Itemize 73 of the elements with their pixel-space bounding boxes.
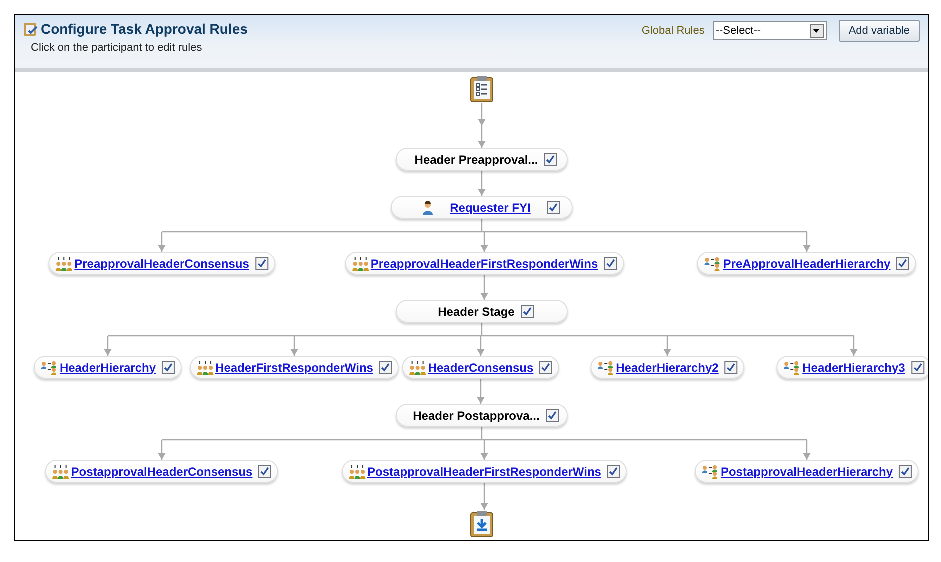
connector-arrow	[480, 232, 488, 252]
connector-line	[481, 323, 483, 336]
participant-link[interactable]: PostapprovalHeaderHierarchy	[720, 464, 894, 478]
checkbox[interactable]	[911, 361, 924, 374]
page-subtitle: Click on the participant to edit rules	[31, 42, 204, 54]
group-icon	[409, 360, 426, 374]
participant-link[interactable]: HeaderHierarchy2	[616, 360, 719, 374]
checkbox[interactable]	[255, 257, 268, 270]
hierarchy-icon	[597, 360, 614, 374]
group-icon	[52, 464, 70, 478]
connector-arrow	[290, 336, 298, 356]
stage-node[interactable]: Header Preapproval...	[396, 148, 568, 171]
connector-arrow	[158, 232, 166, 252]
connector-arrow	[158, 440, 166, 460]
stage-label: Header Stage	[438, 304, 515, 318]
hierarchy-icon	[704, 256, 722, 270]
page-title: Configure Task Approval Rules	[41, 21, 248, 37]
checkbox[interactable]	[604, 257, 618, 270]
stage-label: Header Postapprova...	[413, 408, 540, 422]
checkbox[interactable]	[899, 465, 912, 478]
group-icon	[352, 256, 369, 270]
checkbox[interactable]	[724, 361, 738, 374]
connector-arrow	[850, 336, 858, 356]
connector-arrow	[803, 440, 811, 460]
connector-arrow	[478, 171, 486, 196]
add-variable-button[interactable]: Add variable	[838, 20, 920, 42]
global-rules-label: Global Rules	[642, 25, 705, 37]
connector-arrow	[803, 232, 811, 252]
connector-line	[481, 427, 483, 440]
global-rules-select[interactable]: --Select--	[712, 21, 827, 40]
checkbox[interactable]	[546, 409, 559, 422]
hierarchy-icon	[40, 360, 58, 374]
connector-arrow	[477, 379, 485, 404]
participant-link[interactable]: PreapprovalHeaderConsensus	[74, 256, 250, 270]
checkbox[interactable]	[544, 153, 558, 166]
stage-node[interactable]: Header Postapprova...	[396, 404, 568, 427]
participant-link[interactable]: HeaderFirstResponderWins	[216, 360, 374, 374]
checkbox[interactable]	[520, 305, 534, 318]
person-icon	[422, 200, 434, 214]
download-clipboard-icon	[470, 510, 494, 538]
connector-line	[481, 219, 483, 232]
participant-link[interactable]: Requester FYI	[450, 200, 531, 214]
connector-arrow	[480, 440, 488, 460]
checkbox[interactable]	[607, 465, 620, 478]
group-icon	[348, 464, 366, 478]
participant-link[interactable]: HeaderHierarchy	[60, 360, 156, 374]
connector-arrow	[478, 103, 486, 148]
checkbox[interactable]	[162, 361, 176, 374]
checkbox[interactable]	[896, 257, 910, 270]
checkbox[interactable]	[546, 201, 560, 214]
participant-link[interactable]: HeaderConsensus	[428, 360, 534, 374]
participant-link[interactable]: PreApprovalHeaderHierarchy	[723, 256, 891, 270]
connector-arrow	[480, 275, 488, 300]
checkbox[interactable]	[379, 361, 392, 374]
checklist-clipboard-icon	[470, 75, 494, 103]
hierarchy-icon	[784, 360, 801, 374]
group-icon	[196, 360, 214, 374]
participant-link[interactable]: PreapprovalHeaderFirstResponderWins	[370, 256, 598, 270]
clipboard-icon	[23, 21, 38, 37]
dropdown-caret-icon	[813, 28, 820, 32]
checkbox[interactable]	[258, 465, 272, 478]
connector-arrow	[664, 336, 672, 356]
hierarchy-icon	[702, 464, 719, 478]
checkbox[interactable]	[540, 361, 553, 374]
group-icon	[56, 256, 73, 270]
connector-arrow	[104, 336, 112, 356]
connector-arrow	[477, 336, 485, 356]
participant-link[interactable]: HeaderHierarchy3	[802, 360, 906, 374]
stage-node[interactable]: Header Stage	[396, 300, 568, 323]
participant-link[interactable]: PostapprovalHeaderConsensus	[71, 464, 253, 478]
connector-arrow	[480, 483, 488, 510]
stage-label: Header Preapproval...	[414, 152, 538, 166]
participant-link[interactable]: PostapprovalHeaderFirstResponderWins	[368, 464, 602, 478]
